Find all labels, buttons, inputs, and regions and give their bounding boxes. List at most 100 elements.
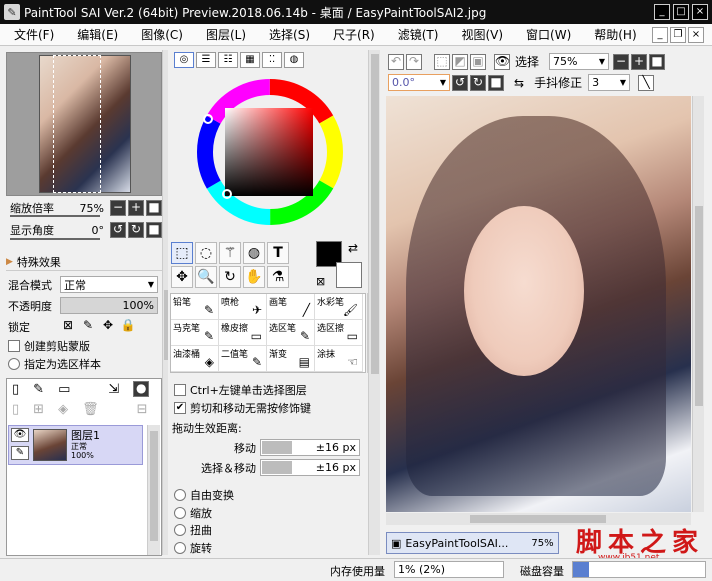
new-layer-icon[interactable]: ▯ bbox=[12, 382, 19, 397]
swap-colors-icon[interactable]: ⇄ bbox=[348, 241, 358, 255]
canvas-zoom-in-button[interactable]: + bbox=[631, 53, 648, 70]
hand-tool[interactable]: ✋ bbox=[243, 266, 265, 288]
brush-4[interactable]: 水彩笔 🖌 bbox=[315, 294, 363, 320]
ctrl-click-checkbox[interactable] bbox=[174, 384, 186, 396]
canvas-zoom-out-button[interactable]: − bbox=[613, 53, 630, 70]
delete-layer-icon[interactable]: 🗑 bbox=[82, 402, 99, 417]
distort-radio[interactable] bbox=[174, 524, 186, 536]
layer-edit-icon[interactable]: ✎ bbox=[11, 446, 29, 460]
scratchpad-tab[interactable]: ⁚⁚ bbox=[262, 52, 282, 68]
navigator-viewport[interactable] bbox=[53, 55, 101, 193]
brush-1[interactable]: 铅笔 ✎ bbox=[171, 294, 219, 320]
rotate-radio[interactable] bbox=[174, 542, 186, 554]
canvas-rotate-right-button[interactable]: ↻ bbox=[470, 74, 486, 91]
drawing-canvas[interactable] bbox=[386, 96, 691, 512]
mdi-restore-button[interactable]: ❐ bbox=[670, 27, 686, 43]
canvas-vscrollbar[interactable] bbox=[692, 96, 704, 512]
canvas-zoom-reset-button[interactable]: ■ bbox=[649, 53, 666, 70]
menu-layer[interactable]: 图层(L) bbox=[206, 26, 246, 43]
maximize-button[interactable]: □ bbox=[673, 4, 689, 20]
move-tool[interactable]: ✥ bbox=[171, 266, 193, 288]
minimize-button[interactable]: _ bbox=[654, 4, 670, 20]
menu-help[interactable]: 帮助(H) bbox=[594, 26, 636, 43]
canvas-rotate-reset-button[interactable]: ■ bbox=[488, 74, 504, 91]
move-distance-field[interactable]: ±16 px bbox=[260, 439, 360, 456]
color-wheel-tab[interactable]: ◎ bbox=[174, 52, 194, 68]
menu-view[interactable]: 视图(V) bbox=[461, 26, 503, 43]
lock-paint-icon[interactable]: ✎ bbox=[80, 319, 96, 335]
zoom-in-button[interactable]: + bbox=[128, 200, 144, 216]
color-wheel[interactable] bbox=[170, 70, 366, 235]
zoom-slider[interactable] bbox=[10, 215, 100, 217]
brush-6[interactable]: 橡皮擦 ▭ bbox=[219, 320, 267, 346]
lock-all-icon[interactable]: 🔒 bbox=[120, 319, 136, 335]
brush-9[interactable]: 油漆桶 ◈ bbox=[171, 346, 219, 372]
zoom-out-button[interactable]: − bbox=[110, 200, 126, 216]
brush-7[interactable]: 选区笔 ✎ bbox=[267, 320, 315, 346]
menu-ruler[interactable]: 尺子(R) bbox=[333, 26, 375, 43]
invert-selection-button[interactable]: ◩ bbox=[452, 53, 468, 70]
brush-10[interactable]: 二值笔 ✎ bbox=[219, 346, 267, 372]
flip-horizontal-icon[interactable]: ⇆ bbox=[514, 76, 524, 90]
layer-row[interactable]: 👁 ✎ 图层1 正常 100% bbox=[8, 425, 143, 465]
rotate-reset-button[interactable]: ■ bbox=[146, 222, 162, 238]
brush-3[interactable]: 画笔 ╱ bbox=[267, 294, 315, 320]
clear-layer-icon[interactable]: ◈ bbox=[58, 402, 68, 417]
new-folder-icon[interactable]: ▭ bbox=[58, 382, 70, 397]
undo-button[interactable]: ↶ bbox=[388, 53, 404, 70]
document-tab[interactable]: ▣ EasyPaintToolSAI... 75% bbox=[386, 532, 559, 554]
menu-filter[interactable]: 滤镜(T) bbox=[398, 26, 439, 43]
expand-icon[interactable]: ▶ bbox=[6, 257, 13, 267]
menu-window[interactable]: 窗口(W) bbox=[526, 26, 571, 43]
redo-button[interactable]: ↷ bbox=[406, 53, 422, 70]
navigator-panel[interactable] bbox=[6, 52, 162, 196]
menu-file[interactable]: 文件(F) bbox=[14, 26, 54, 43]
brush-8[interactable]: 选区擦 ▭ bbox=[315, 320, 363, 346]
move-layer-icon[interactable]: ⇲ bbox=[108, 382, 119, 397]
menu-edit[interactable]: 编辑(E) bbox=[77, 26, 118, 43]
left-panel-scrollbar[interactable] bbox=[162, 50, 168, 555]
middle-panel-scrollbar[interactable] bbox=[368, 50, 380, 555]
rotate-tool[interactable]: ↻ bbox=[219, 266, 241, 288]
brush-11[interactable]: 渐变 ▤ bbox=[267, 346, 315, 372]
mdi-close-button[interactable]: × bbox=[688, 27, 704, 43]
selection-rect-tool[interactable]: ⬚ bbox=[171, 242, 193, 264]
clip-mask-checkbox[interactable] bbox=[8, 340, 20, 352]
scale-radio[interactable] bbox=[174, 507, 186, 519]
opacity-slider[interactable]: 100% bbox=[60, 297, 158, 314]
magic-wand-tool[interactable]: ⚚ bbox=[219, 242, 241, 264]
effects-header[interactable]: 特殊效果 bbox=[17, 254, 61, 270]
copy-layer-icon[interactable]: ▯ bbox=[12, 402, 19, 417]
cut-move-checkbox[interactable]: ✔ bbox=[174, 402, 186, 414]
brush-12[interactable]: 涂抹 ☜ bbox=[315, 346, 363, 372]
mdi-minimize-button[interactable]: _ bbox=[652, 27, 668, 43]
canvas-angle-select[interactable]: 0.0° ▼ bbox=[388, 74, 450, 91]
eyedropper-tool[interactable]: ⚗ bbox=[267, 266, 289, 288]
free-transform-radio[interactable] bbox=[174, 489, 186, 501]
close-button[interactable]: × bbox=[692, 4, 708, 20]
lock-transparency-icon[interactable]: ⊠ bbox=[60, 319, 76, 335]
rotate-left-button[interactable]: ↺ bbox=[110, 222, 126, 238]
mixer-tab[interactable]: ◍ bbox=[284, 52, 304, 68]
select-all-button[interactable]: ▣ bbox=[470, 53, 486, 70]
rgb-slider-tab[interactable]: ☰ bbox=[196, 52, 216, 68]
zoom-tool[interactable]: 🔍 bbox=[195, 266, 217, 288]
blend-mode-select[interactable]: 正常 ▼ bbox=[60, 276, 158, 293]
new-vector-layer-icon[interactable]: ✎ bbox=[33, 382, 44, 397]
menu-select[interactable]: 选择(S) bbox=[269, 26, 310, 43]
canvas-zoom-select[interactable]: 75% ▼ bbox=[549, 53, 610, 70]
lasso-tool[interactable]: ◌ bbox=[195, 242, 217, 264]
hsv-slider-tab[interactable]: ☷ bbox=[218, 52, 238, 68]
text-tool[interactable]: T bbox=[267, 242, 289, 264]
merge-down-icon[interactable]: ⊞ bbox=[33, 402, 44, 417]
swatch-tab[interactable]: ▦ bbox=[240, 52, 260, 68]
menu-image[interactable]: 图像(C) bbox=[141, 26, 183, 43]
lock-move-icon[interactable]: ✥ bbox=[100, 319, 116, 335]
rotate-right-button[interactable]: ↻ bbox=[128, 222, 144, 238]
stabilizer-select[interactable]: 3 ▼ bbox=[588, 74, 631, 91]
secondary-color-swatch[interactable] bbox=[336, 262, 362, 288]
brush-5[interactable]: 马克笔 ✎ bbox=[171, 320, 219, 346]
deselect-button[interactable]: ⬚ bbox=[434, 53, 450, 70]
canvas-rotate-left-button[interactable]: ↺ bbox=[452, 74, 468, 91]
select-move-field[interactable]: ±16 px bbox=[260, 459, 360, 476]
